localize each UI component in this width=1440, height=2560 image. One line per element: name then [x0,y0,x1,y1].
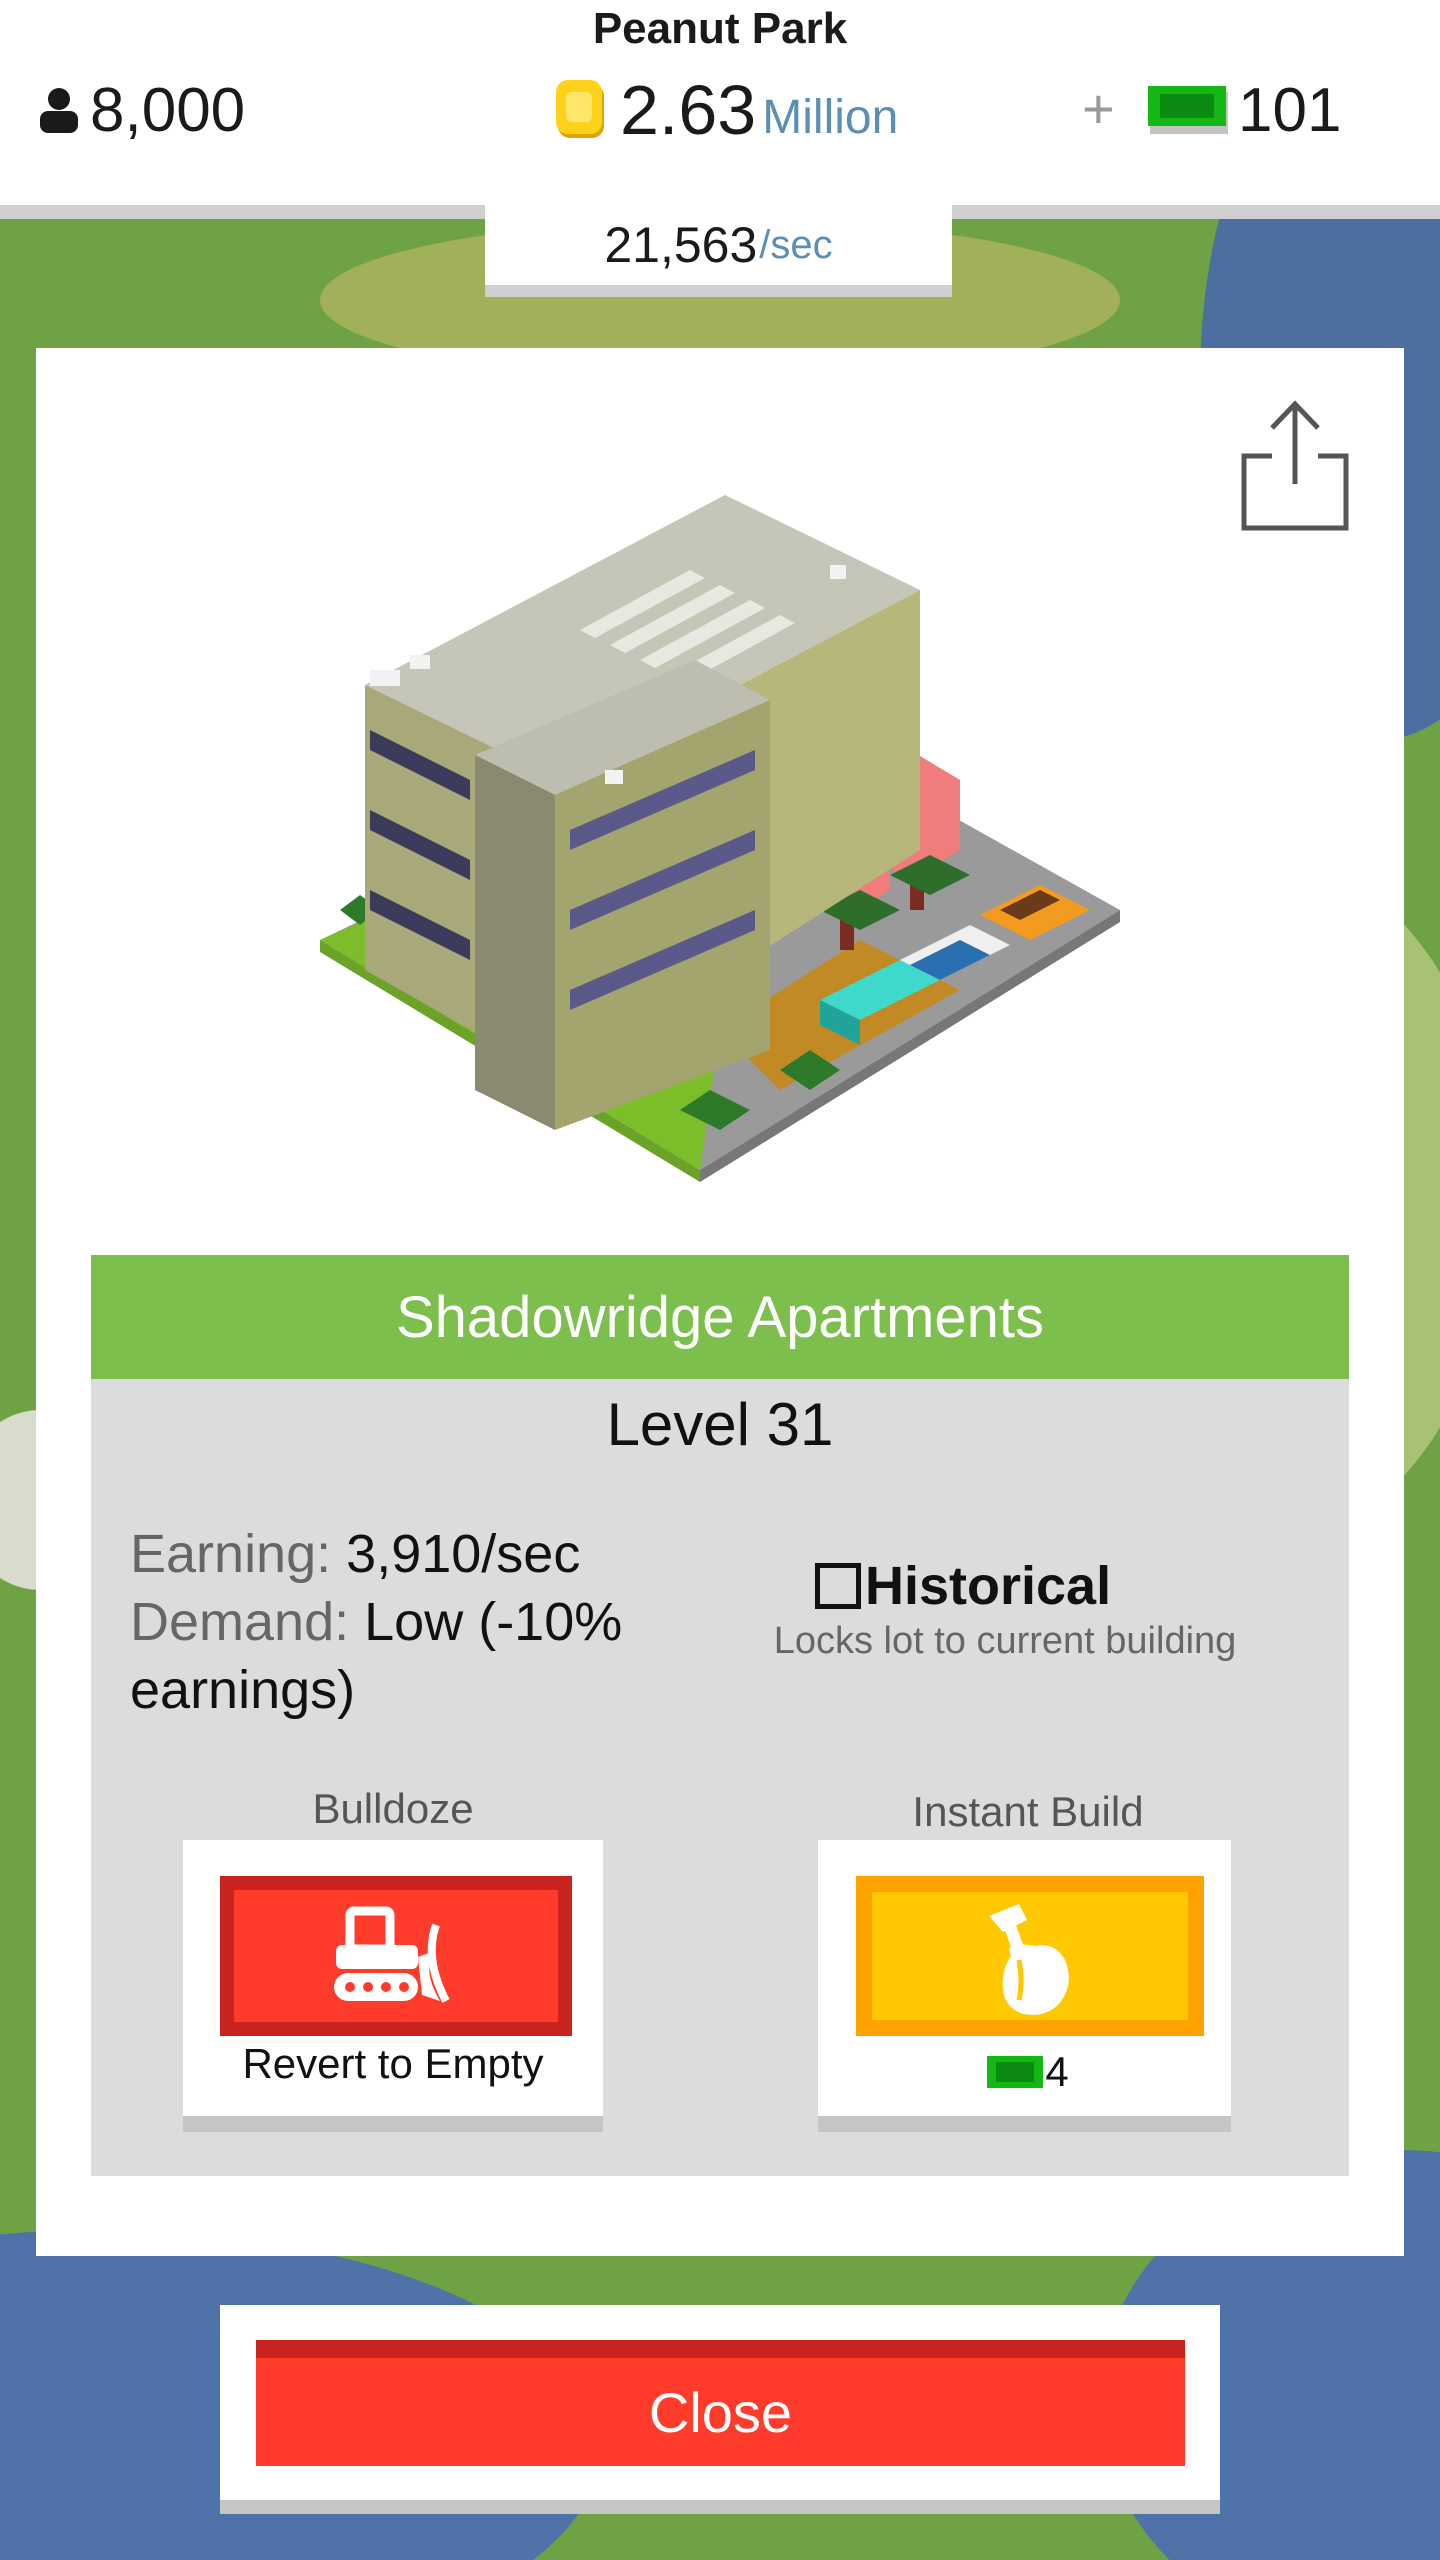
historical-checkbox[interactable] [815,1563,861,1609]
buy-cash-plus[interactable]: + [1082,76,1115,141]
population-value: 8,000 [90,75,246,145]
share-icon[interactable] [1240,398,1350,533]
demand-row: Demand: Low (-10% earnings) [130,1588,690,1724]
bulldoze-caption: Revert to Empty [242,2040,544,2087]
close-button-top-edge [256,2340,1185,2358]
earning-row: Earning: 3,910/sec [130,1520,690,1588]
historical-description: Locks lot to current building [773,1620,1237,1662]
money-unit: Million [762,90,899,144]
instant-build-cost: 4 [818,2048,1238,2096]
bulldoze-card-shadow [183,2116,603,2132]
earning-value: 3,910/sec [346,1524,581,1584]
coin-icon [556,80,604,138]
historical-label: Historical [865,1556,1112,1616]
income-rate-value: 21,563 [604,217,758,273]
instant-build-label: Instant Build [912,1788,1144,1835]
money-counter[interactable]: 2.63 Million [552,70,898,150]
population-counter[interactable]: 8,000 [36,70,245,150]
income-rate-tab-shadow [485,285,952,297]
building-name: Shadowridge Apartments [395,1284,1045,1350]
cash-bill-icon [1148,86,1228,134]
cash-counter[interactable]: 101 [1148,70,1341,150]
instant-build-cost-value: 4 [1045,2048,1069,2095]
income-rate-unit: /sec [759,222,833,267]
earning-label: Earning: [130,1524,332,1584]
historical-toggle[interactable]: Historical [815,1555,1111,1617]
income-rate: 21,563 /sec [485,205,952,285]
city-name: Peanut Park [592,4,848,53]
building-title-bar: Shadowridge Apartments [91,1255,1349,1379]
instant-card-shadow [818,2116,1231,2132]
bulldoze-label: Bulldoze [312,1785,474,1832]
building-level: Level 31 [606,1391,834,1458]
close-button-label[interactable]: Close [256,2358,1185,2466]
close-panel-shadow [220,2500,1220,2514]
person-icon [40,88,78,133]
hammer-hand-icon [989,1904,1069,2015]
bulldozer-icon [334,1906,450,2003]
building-stats: Earning: 3,910/sec Demand: Low (-10% ear… [130,1520,690,1724]
cash-value: 101 [1238,75,1342,145]
building-illustration [320,495,1120,1182]
cash-bill-icon [987,2056,1044,2088]
demand-label: Demand: [130,1592,350,1652]
money-value: 2.63 [620,71,757,149]
